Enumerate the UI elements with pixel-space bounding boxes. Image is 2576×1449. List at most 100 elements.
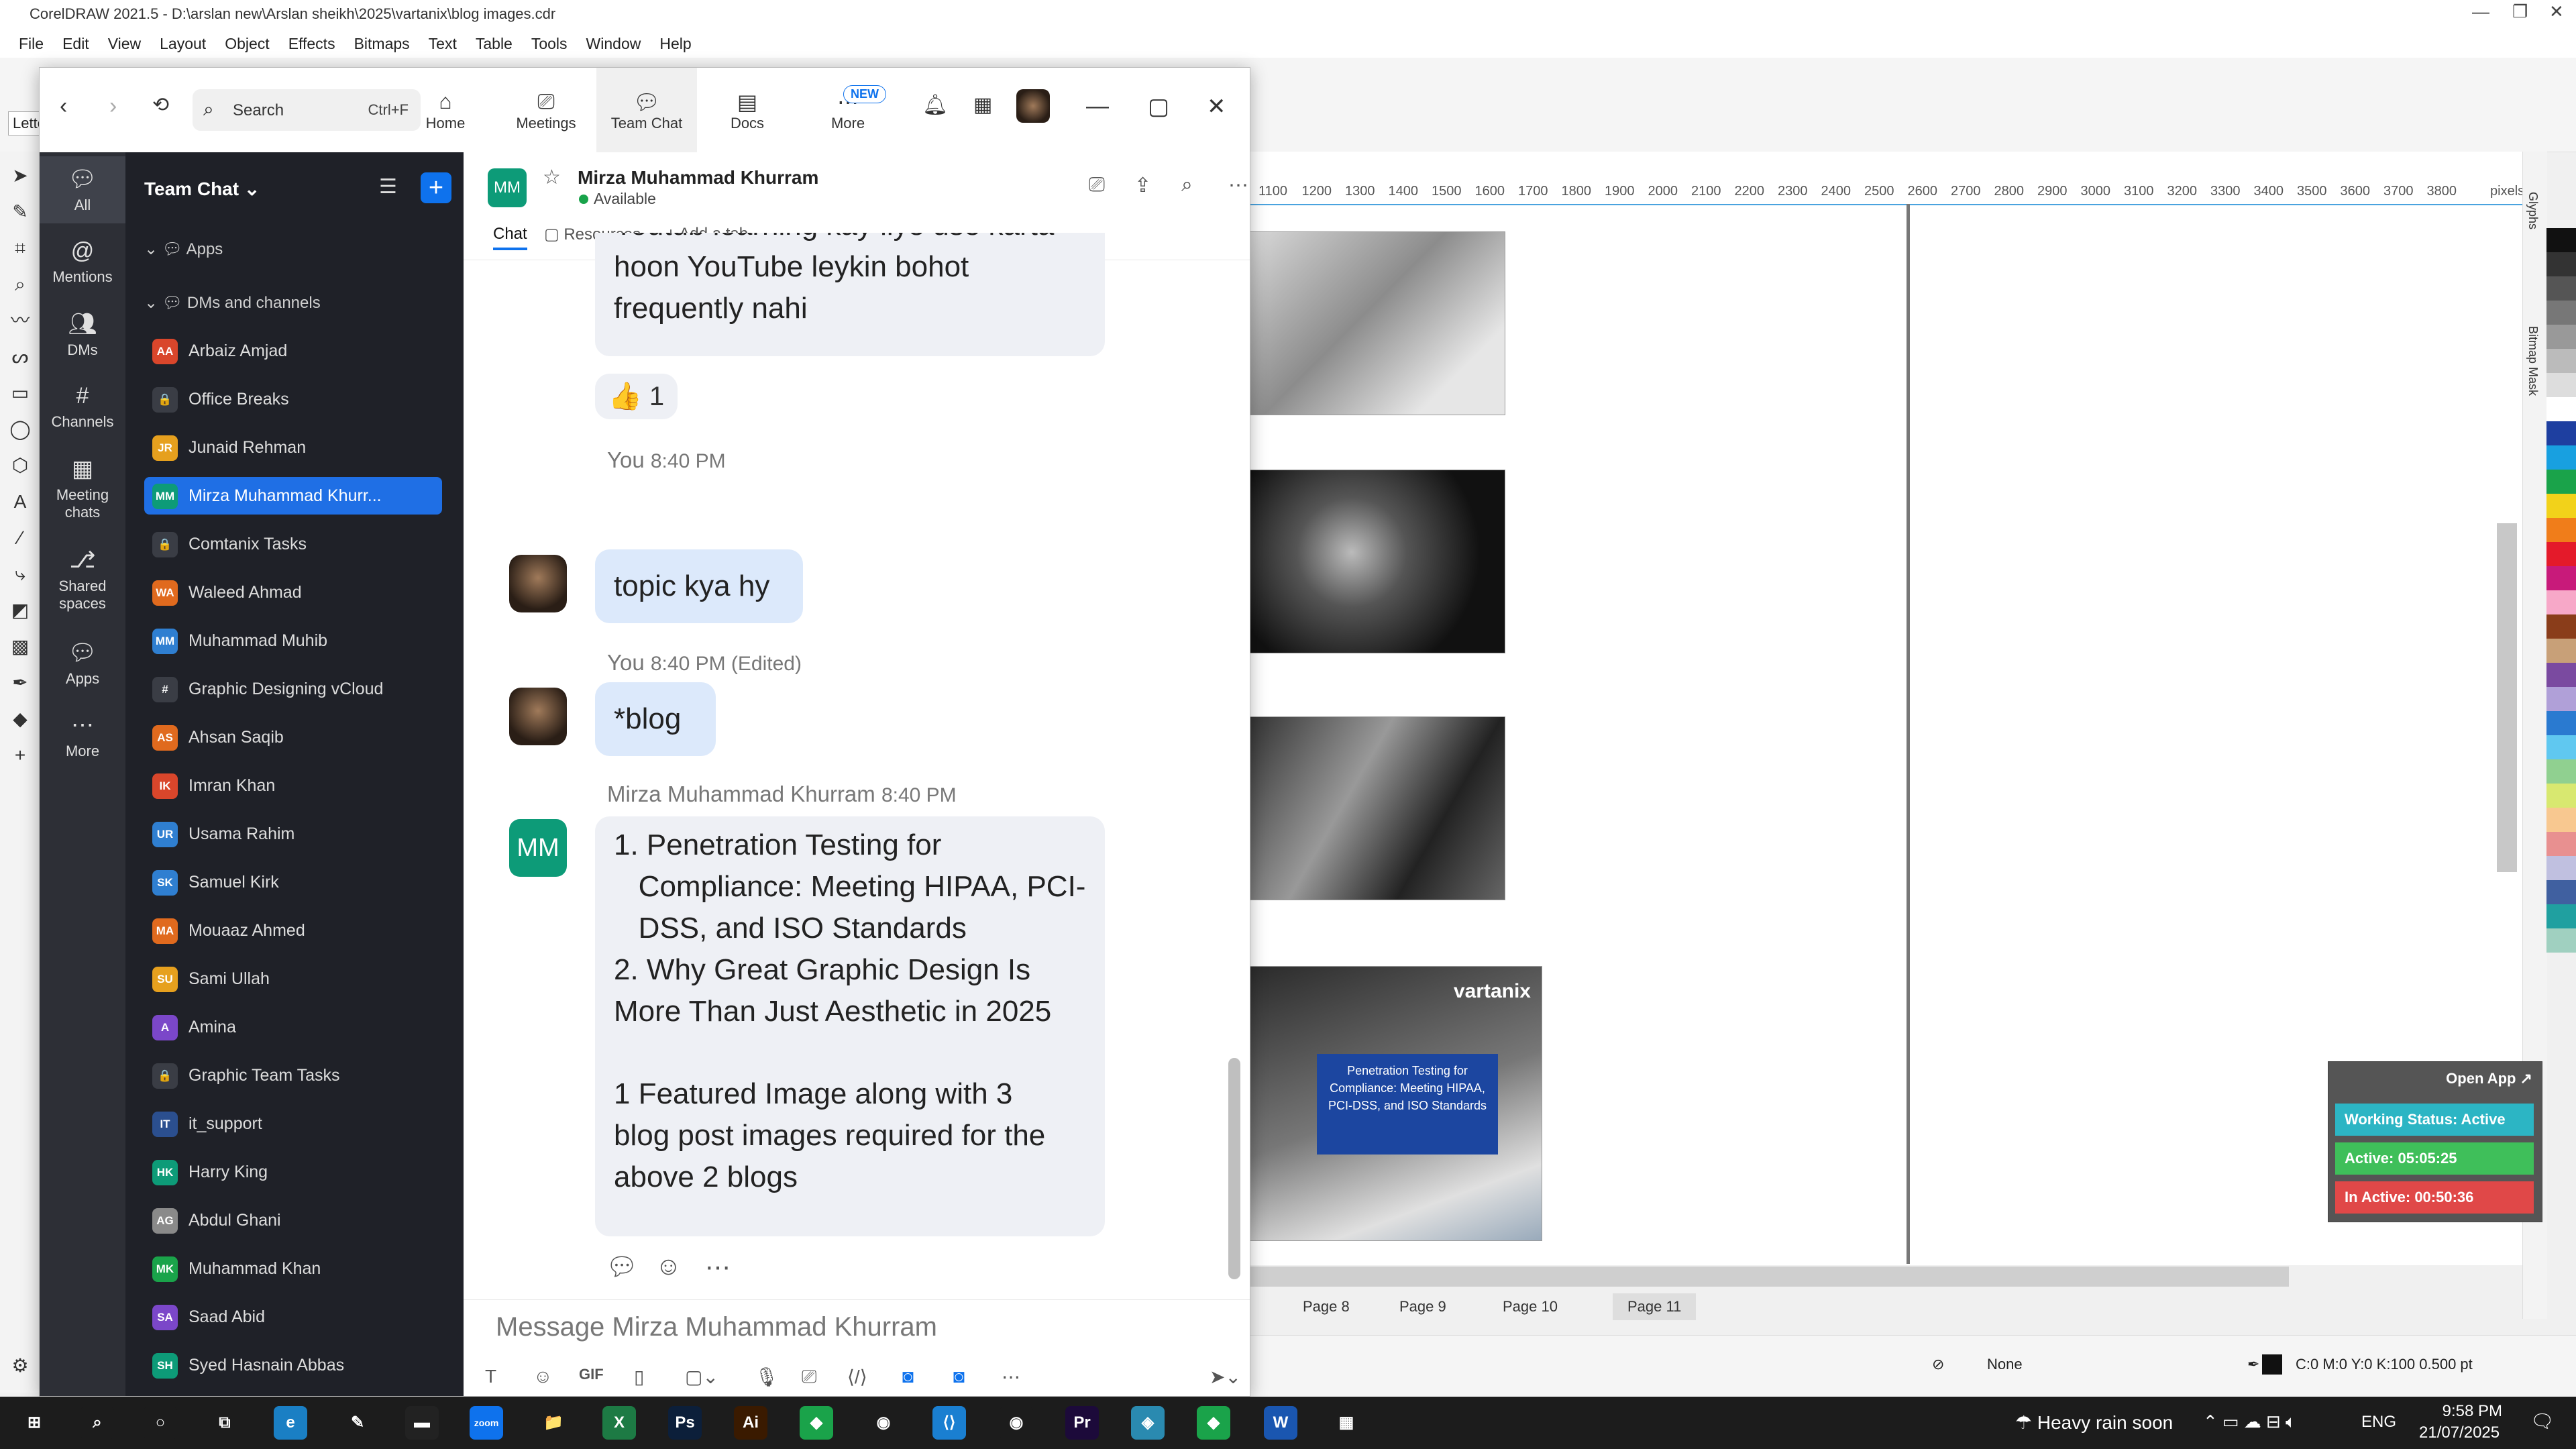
terminal-icon[interactable]: ▬ [405, 1406, 439, 1440]
pick-tool-icon[interactable]: ➤ [7, 162, 34, 189]
nav-meetings[interactable]: ⎚ Meetings [496, 68, 596, 152]
menu-tools[interactable]: Tools [531, 35, 568, 53]
rail-channels[interactable]: # Channels [40, 374, 125, 440]
palette-swatch[interactable] [2546, 542, 2576, 566]
more-icon[interactable]: ⋯ [1002, 1366, 1020, 1388]
search-icon[interactable]: ⌕ [1181, 174, 1193, 197]
channel-item[interactable]: IK Imran Khan [144, 767, 442, 804]
bell-icon[interactable]: 🔔︎ [922, 93, 948, 117]
language-indicator[interactable]: ENG [2361, 1413, 2396, 1432]
rail-all[interactable]: 💬︎ All [40, 156, 125, 223]
weather-widget[interactable]: ☂ Heavy rain soon [2015, 1411, 2173, 1434]
video-message-icon[interactable]: ⎚ [802, 1366, 816, 1388]
channel-item[interactable]: 🔒 Comtanix Tasks [144, 525, 442, 563]
palette-swatch[interactable] [2546, 832, 2576, 856]
restore-icon[interactable]: ❐ [2512, 1, 2528, 22]
channel-item[interactable]: 🔒 Graphic Team Tasks [144, 1057, 442, 1094]
more-options-icon[interactable]: ⋯ [1228, 174, 1248, 197]
channel-item[interactable]: # Graphic Designing vCloud [144, 670, 442, 708]
palette-swatch[interactable] [2546, 759, 2576, 784]
palette-swatch[interactable] [2546, 301, 2576, 325]
palette-swatch[interactable] [2546, 349, 2576, 373]
app-blue-icon[interactable]: ◈ [1131, 1406, 1165, 1440]
my-avatar[interactable] [509, 555, 567, 612]
message-bubble[interactable]: *blog [595, 682, 716, 756]
channel-item[interactable]: MK Muhammad Khan [144, 1250, 442, 1287]
group-dms-and-channels[interactable]: ⌄ 💬︎ DMs and channels [144, 293, 321, 313]
crop-tool-icon[interactable]: ⌗ [7, 235, 34, 262]
menu-view[interactable]: View [108, 35, 141, 53]
add-reaction-icon[interactable]: ☺ [655, 1252, 682, 1281]
horizontal-scrollbar[interactable] [1249, 1267, 2289, 1287]
rail-meeting-chats[interactable]: ▦ Meeting chats [40, 446, 125, 531]
search-box[interactable]: ⌕ Search Ctrl+F [193, 89, 421, 131]
clock-time[interactable]: 9:58 PM [2442, 1402, 2502, 1421]
docker-tab-bitmap-mask[interactable]: Bitmap Mask [2526, 326, 2540, 396]
palette-swatch[interactable] [2546, 252, 2576, 276]
profile-avatar[interactable] [1016, 89, 1050, 123]
channel-item[interactable]: UR Usama Rahim [144, 815, 442, 853]
channel-item[interactable]: MA Mouaaz Ahmed [144, 912, 442, 949]
rail-mentions[interactable]: @ Mentions [40, 229, 125, 295]
chrome-2-icon[interactable]: ◉ [1000, 1406, 1033, 1440]
polygon-tool-icon[interactable]: ⬡ [7, 452, 34, 479]
palette-swatch[interactable] [2546, 421, 2576, 445]
dimension-tool-icon[interactable]: ∕ [7, 525, 34, 551]
reaction-thumbs-up[interactable]: 👍 1 [595, 374, 678, 419]
team-chat-heading[interactable]: Team Chat ⌄ [144, 178, 260, 200]
nav-team-chat[interactable]: 💬︎ Team Chat [596, 68, 697, 152]
excel-icon[interactable]: X [602, 1406, 636, 1440]
palette-swatch[interactable] [2546, 614, 2576, 639]
history-icon[interactable]: ⟲ [152, 93, 169, 117]
message-bubble[interactable]: topic kya hy [595, 549, 803, 623]
palette-swatch[interactable] [2546, 663, 2576, 687]
docker-tab-glyphs[interactable]: Glyphs [2526, 192, 2540, 229]
new-chat-button[interactable]: + [421, 172, 451, 203]
format-text-icon[interactable]: T [485, 1366, 496, 1387]
fill-tool-icon[interactable]: ◆ [7, 706, 34, 733]
chat-scrollbar[interactable] [1228, 1058, 1240, 1279]
open-app-link[interactable]: Open App ↗ [2446, 1070, 2532, 1087]
screenshot-icon[interactable]: ▢⌄ [685, 1366, 718, 1388]
photoshop-icon[interactable]: Ps [668, 1406, 702, 1440]
eyedropper-tool-icon[interactable]: ✒ [7, 669, 34, 696]
close-icon[interactable]: ✕ [2549, 1, 2564, 22]
menu-table[interactable]: Table [476, 35, 513, 53]
palette-swatch[interactable] [2546, 566, 2576, 590]
menu-effects[interactable]: Effects [288, 35, 335, 53]
settings-gear-icon[interactable]: ⚙ [7, 1352, 34, 1379]
search-icon[interactable]: ⌕ [80, 1406, 114, 1440]
file-explorer-icon[interactable]: 📁 [537, 1406, 570, 1440]
illustrator-icon[interactable]: Ai [734, 1406, 767, 1440]
calendar-icon[interactable]: ▦ [973, 93, 992, 117]
freehand-tool-icon[interactable]: 〰 [7, 307, 34, 334]
palette-swatch[interactable] [2546, 735, 2576, 759]
channel-item[interactable]: MM Muhammad Muhib [144, 622, 442, 659]
transparency-tool-icon[interactable]: ▩ [7, 633, 34, 660]
tab-chat[interactable]: Chat [493, 225, 527, 250]
menu-layout[interactable]: Layout [160, 35, 206, 53]
zoom-app-icon[interactable]: zoom [470, 1406, 503, 1440]
filter-icon[interactable]: ☰ [379, 175, 397, 199]
rectangle-tool-icon[interactable]: ▭ [7, 380, 34, 407]
palette-swatch[interactable] [2546, 687, 2576, 711]
group-apps[interactable]: ⌄ 💬︎ Apps [144, 239, 223, 259]
nav-more[interactable]: ⋯More [798, 68, 898, 152]
menu-help[interactable]: Help [659, 35, 691, 53]
code-snippet-icon[interactable]: ⟨/⟩ [847, 1366, 867, 1388]
blog-image-icons[interactable] [1249, 470, 1505, 653]
rail-apps[interactable]: 💬︎ Apps [40, 630, 125, 697]
minimize-icon[interactable]: — [1086, 93, 1109, 119]
connector-tool-icon[interactable]: ⤷ [7, 561, 34, 588]
nav-home[interactable]: ⌂ Home [395, 68, 496, 152]
page-tab-8[interactable]: Page 8 [1288, 1293, 1364, 1320]
emoji-icon[interactable]: ☺ [533, 1366, 553, 1387]
menu-bitmaps[interactable]: Bitmaps [354, 35, 410, 53]
menu-file[interactable]: File [19, 35, 44, 53]
start-button[interactable]: ⊞ [17, 1406, 51, 1440]
menu-edit[interactable]: Edit [62, 35, 89, 53]
channel-item[interactable]: HK Harry King [144, 1153, 442, 1191]
palette-swatch[interactable] [2546, 397, 2576, 421]
word-icon[interactable]: W [1264, 1406, 1297, 1440]
reply-icon[interactable]: 💬︎ [606, 1252, 638, 1282]
